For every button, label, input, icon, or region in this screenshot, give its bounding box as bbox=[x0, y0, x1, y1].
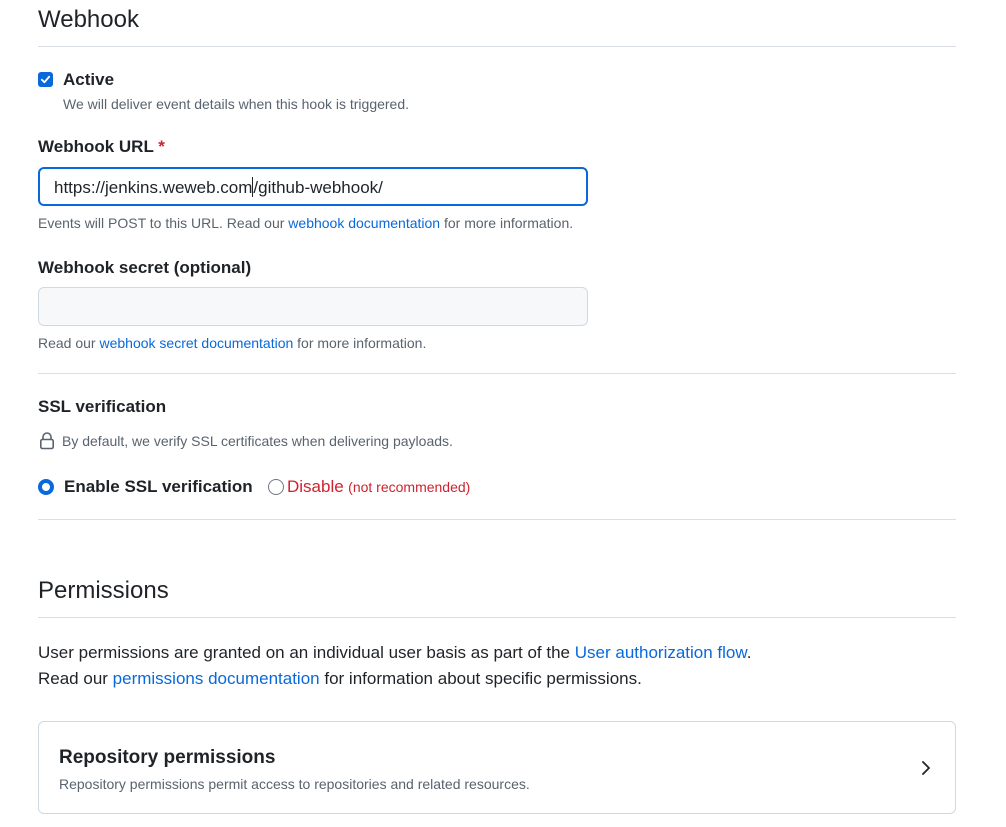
ssl-heading: SSL verification bbox=[38, 397, 167, 416]
active-checkbox[interactable] bbox=[38, 72, 53, 87]
active-description: We will deliver event details when this … bbox=[63, 96, 410, 112]
required-marker: * bbox=[158, 137, 165, 156]
ssl-description: By default, we verify SSL certificates w… bbox=[62, 433, 453, 449]
permissions-line1-suffix: . bbox=[746, 643, 752, 662]
webhook-url-input[interactable]: https://jenkins.weweb.com/github-webhook… bbox=[38, 167, 588, 206]
webhook-documentation-link[interactable]: webhook documentation bbox=[288, 215, 440, 231]
permissions-line1-prefix: User permissions are granted on an indiv… bbox=[38, 643, 571, 662]
checkmark-icon bbox=[40, 75, 51, 84]
webhook-url-value-start: https://jenkins.weweb.com bbox=[54, 178, 253, 197]
repository-permissions-card[interactable]: Repository permissions Repository permis… bbox=[38, 721, 956, 814]
repository-permissions-description: Repository permissions permit access to … bbox=[59, 776, 530, 792]
disable-ssl-label[interactable]: Disable bbox=[287, 477, 344, 496]
webhook-url-label: Webhook URL * bbox=[38, 136, 165, 158]
disable-ssl-option[interactable]: Disable (not recommended) bbox=[287, 476, 470, 498]
webhook-heading: Webhook bbox=[38, 6, 139, 33]
permissions-line2-suffix: for information about specific permissio… bbox=[324, 669, 642, 688]
repository-permissions-title: Repository permissions bbox=[59, 747, 276, 768]
enable-ssl-radio[interactable] bbox=[38, 479, 54, 495]
chevron-right-icon[interactable] bbox=[919, 759, 933, 777]
active-label[interactable]: Active bbox=[63, 69, 114, 91]
disable-ssl-radio[interactable] bbox=[268, 479, 284, 495]
webhook-url-label-text: Webhook URL bbox=[38, 137, 154, 156]
enable-ssl-label[interactable]: Enable SSL verification bbox=[64, 476, 253, 498]
permissions-heading: Permissions bbox=[38, 577, 169, 604]
webhook-secret-note: Read our webhook secret documentation fo… bbox=[38, 333, 426, 353]
ssl-bottom-divider bbox=[38, 519, 956, 520]
user-authorization-flow-link[interactable]: User authorization flow bbox=[575, 643, 747, 662]
webhook-secret-documentation-link[interactable]: webhook secret documentation bbox=[99, 335, 293, 351]
webhook-url-note-prefix: Events will POST to this URL. Read our bbox=[38, 215, 285, 231]
webhook-secret-note-suffix: for more information. bbox=[297, 335, 427, 351]
webhook-secret-note-prefix: Read our bbox=[38, 335, 96, 351]
webhook-url-note-suffix: for more information. bbox=[443, 215, 574, 231]
permissions-heading-divider bbox=[38, 617, 956, 618]
webhook-secret-input[interactable] bbox=[38, 287, 588, 326]
webhook-url-note: Events will POST to this URL. Read our w… bbox=[38, 213, 573, 233]
permissions-documentation-link[interactable]: permissions documentation bbox=[113, 669, 320, 688]
webhook-url-value-end: /github-webhook/ bbox=[253, 178, 383, 197]
ssl-section-divider bbox=[38, 373, 956, 374]
permissions-intro-line2: Read our permissions documentation for i… bbox=[38, 666, 642, 692]
permissions-intro-line1: User permissions are granted on an indiv… bbox=[38, 640, 751, 666]
permissions-line2-prefix: Read our bbox=[38, 669, 108, 688]
webhook-settings-page: Webhook Active We will deliver event det… bbox=[0, 0, 1006, 827]
lock-icon bbox=[39, 432, 54, 450]
webhook-heading-divider bbox=[38, 46, 956, 47]
not-recommended-hint: (not recommended) bbox=[348, 479, 471, 495]
webhook-secret-label: Webhook secret (optional) bbox=[38, 258, 252, 277]
